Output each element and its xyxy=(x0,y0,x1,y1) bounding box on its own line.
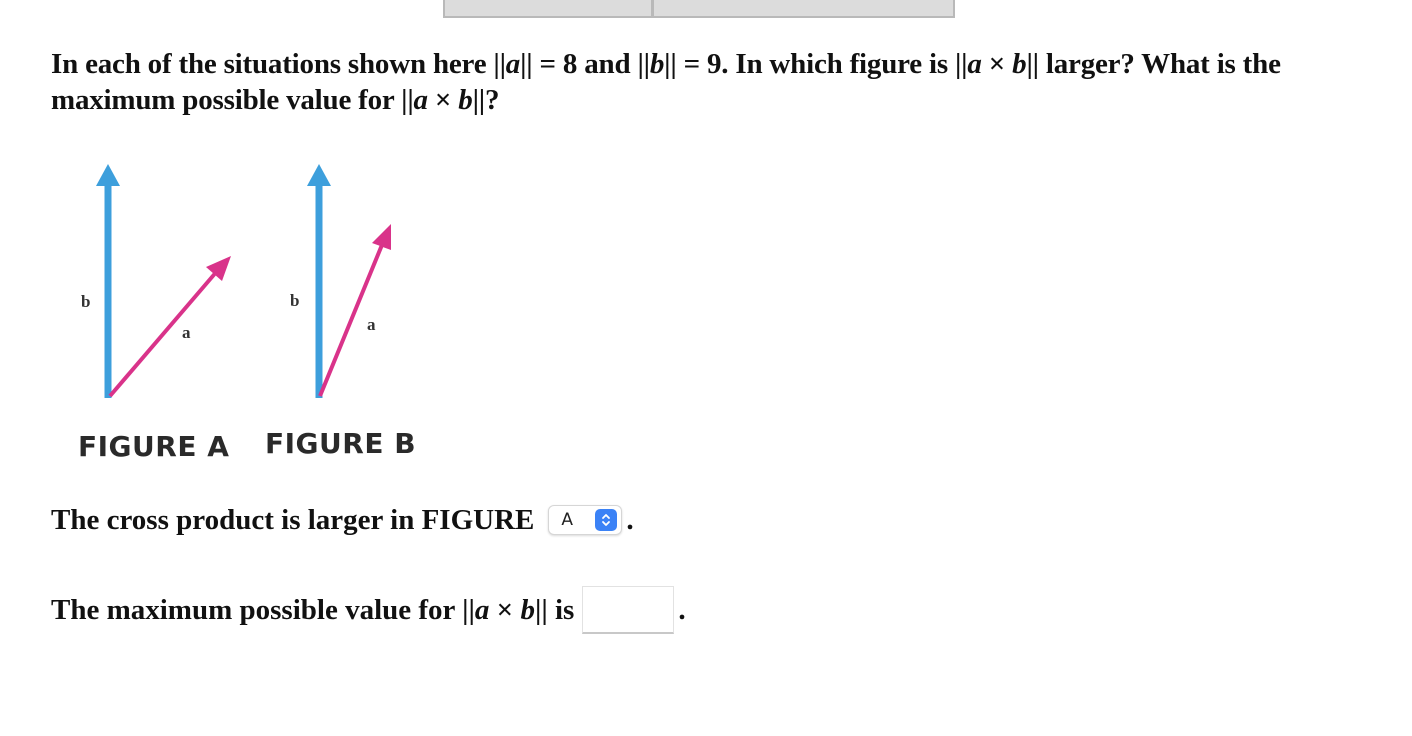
figures-svg: b a b a xyxy=(81,164,391,398)
figure-a-label-a: a xyxy=(182,323,191,342)
figure-a-diagram: b a xyxy=(81,164,231,398)
answer-figure-line: The cross product is larger in FIGURE A … xyxy=(51,502,634,538)
answer-figure-prefix: The cross product is larger in FIGURE xyxy=(51,504,535,536)
figure-a-caption: FIGURE A xyxy=(78,430,230,463)
vector-figures: b a b a FIGURE A FIGURE B xyxy=(0,0,480,480)
answer-figure-period: . xyxy=(626,504,634,536)
figure-b-vector-a-arrowhead xyxy=(372,224,391,250)
top-tab-2[interactable] xyxy=(654,0,953,16)
select-chevron-updown-icon[interactable] xyxy=(595,509,618,531)
figure-a-vector-b-arrowhead xyxy=(96,164,120,186)
figure-b-label-a: a xyxy=(367,315,376,334)
answer-max-line: The maximum possible value for ||a × b||… xyxy=(51,586,686,634)
top-tab-bar xyxy=(443,0,955,18)
figure-select-value: A xyxy=(561,510,573,530)
answer-max-prefix: The maximum possible value for ||a × b||… xyxy=(51,594,575,626)
figure-b-caption: FIGURE B xyxy=(265,427,417,460)
max-value-input[interactable] xyxy=(582,586,675,634)
figure-a-vector-a xyxy=(108,268,220,398)
figure-b-vector-b-arrowhead xyxy=(307,164,331,186)
figure-b-diagram: b a xyxy=(290,164,391,398)
figure-b-label-b: b xyxy=(290,291,299,310)
figure-select[interactable]: A xyxy=(548,505,623,535)
figure-a-label-b: b xyxy=(81,292,90,311)
answer-max-period: . xyxy=(678,594,686,626)
